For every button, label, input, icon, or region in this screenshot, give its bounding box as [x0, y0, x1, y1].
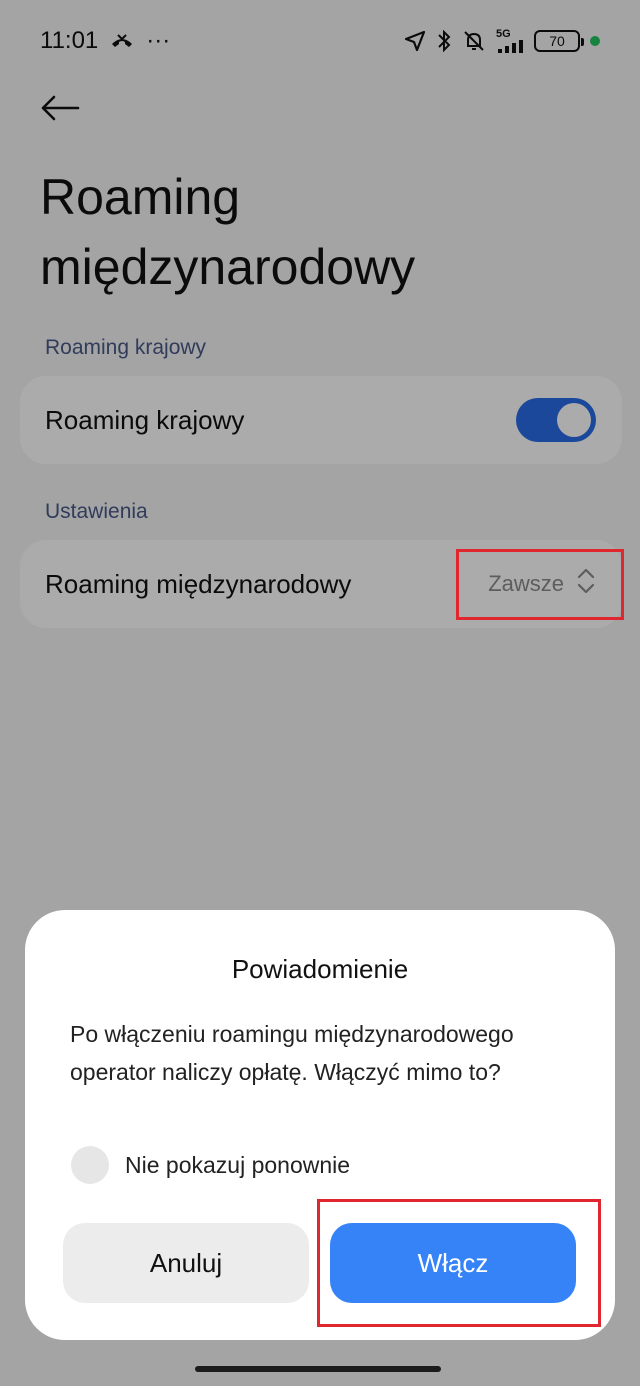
enable-button[interactable]: Włącz	[330, 1223, 576, 1303]
dont-show-again-row[interactable]: Nie pokazuj ponownie	[71, 1146, 350, 1184]
cancel-button[interactable]: Anuluj	[63, 1223, 309, 1303]
dialog-message: Po włączeniu roamingu międzynarodowego o…	[70, 1021, 514, 1085]
home-indicator[interactable]	[195, 1366, 441, 1372]
notification-dialog: Powiadomienie Po włączeniu roamingu międ…	[25, 910, 615, 1340]
dialog-title: Powiadomienie	[231, 954, 409, 984]
dont-show-again-label: Nie pokazuj ponownie	[125, 1151, 351, 1178]
dont-show-again-checkbox[interactable]	[71, 1146, 109, 1184]
